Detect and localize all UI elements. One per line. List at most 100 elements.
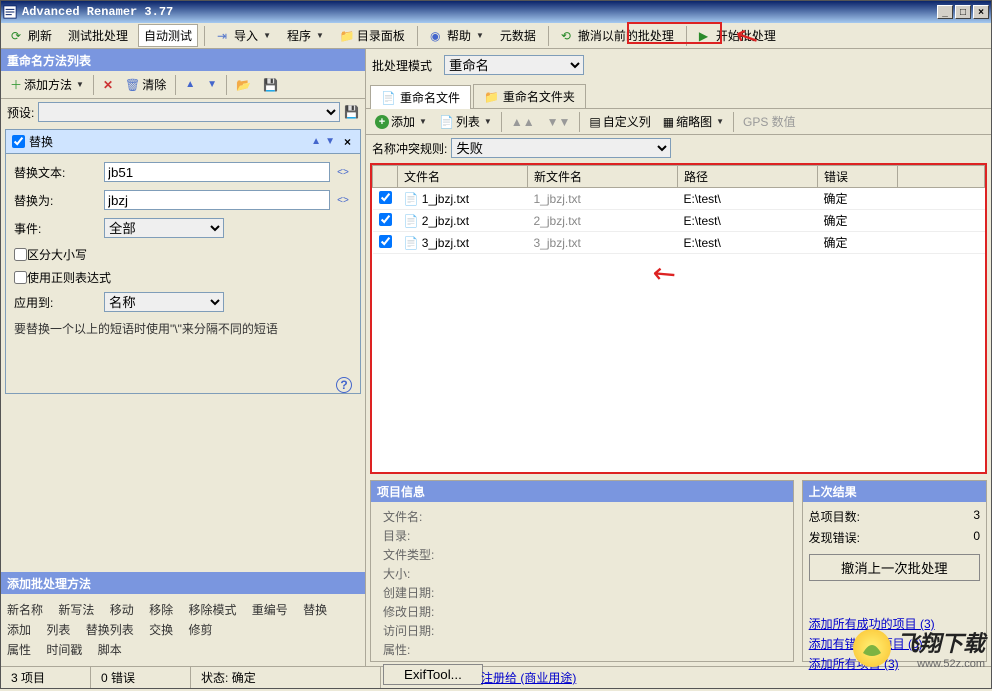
case-sensitive-checkbox[interactable]: [14, 248, 27, 261]
delete-method-button[interactable]: ✕: [98, 75, 118, 95]
save-button[interactable]: 💾: [258, 75, 283, 95]
refresh-icon: ⟳: [11, 29, 25, 43]
method-enable-checkbox[interactable]: [12, 135, 25, 148]
add-method-item[interactable]: 重编号: [252, 603, 288, 617]
method-name: 替换: [29, 133, 309, 150]
add-method-item[interactable]: 列表: [46, 623, 70, 637]
undo-batch-button[interactable]: ⟲撤消以前的批处理: [555, 24, 680, 47]
cell-newname: 3_jbzj.txt: [528, 232, 678, 254]
method-down-button[interactable]: ▼: [325, 136, 335, 147]
method-hint: 要替换一个以上的短语时使用"\"来分隔不同的短语: [14, 320, 352, 337]
open-icon: 📂: [236, 78, 251, 92]
add-method-item[interactable]: 新名称: [7, 603, 43, 617]
add-icon: +: [375, 115, 389, 129]
add-method-button[interactable]: ＋添加方法▼: [5, 73, 89, 96]
test-batch-button[interactable]: 测试批处理: [62, 24, 134, 47]
files-panel: 批处理模式 重命名 📄重命名文件 📁重命名文件夹 +添加▼ 📄列表▼ ▲▲ ▼▼…: [366, 49, 991, 666]
cell-error: 确定: [818, 232, 898, 254]
add-method-item[interactable]: 移动: [110, 603, 134, 617]
folder-panel-button[interactable]: 📁目录面板: [334, 24, 411, 47]
auto-test-button[interactable]: 自动测试: [138, 24, 198, 47]
status-errors: 0 错误: [91, 667, 191, 688]
row-checkbox[interactable]: [379, 235, 392, 248]
move-down-button[interactable]: ▼: [202, 76, 222, 93]
open-button[interactable]: 📂: [231, 75, 256, 95]
undo-last-batch-button[interactable]: 撤消上一次批处理: [809, 554, 980, 581]
file-table[interactable]: 文件名 新文件名 路径 错误 📄 1_jbzj.txt 1_jbzj.txt E…: [370, 163, 987, 474]
result-title: 上次结果: [803, 481, 986, 502]
row-checkbox[interactable]: [379, 191, 392, 204]
import-button[interactable]: ⇥导入▼: [211, 24, 277, 47]
add-files-button[interactable]: +添加▼: [370, 110, 432, 133]
tab-rename-files[interactable]: 📄重命名文件: [370, 85, 471, 109]
start-batch-button[interactable]: ▶开始批处理: [693, 24, 782, 47]
add-error-link[interactable]: 添加有错误的项目 (0): [809, 635, 980, 652]
method-help-button[interactable]: ?: [336, 377, 352, 393]
preset-row: 预设: 💾: [1, 99, 365, 125]
add-method-item[interactable]: 替换列表: [86, 623, 134, 637]
save-preset-button[interactable]: 💾: [344, 105, 359, 119]
table-row[interactable]: 📄 2_jbzj.txt 2_jbzj.txt E:\test\ 确定: [373, 210, 985, 232]
apply-to-select[interactable]: 名称: [104, 292, 224, 312]
arrow-up-icon: ▲▲: [511, 115, 535, 129]
help-button[interactable]: ◉帮助▼: [424, 24, 490, 47]
add-method-item[interactable]: 属性: [7, 643, 31, 657]
close-button[interactable]: ×: [973, 5, 989, 19]
file-icon: 📄: [381, 91, 396, 105]
add-batch-methods-panel: 添加批处理方法 新名称 新写法 移动 移除 移除模式 重编号 替换 添加 列表 …: [1, 572, 365, 666]
thumbnail-icon: ▦: [663, 115, 674, 129]
add-method-item[interactable]: 脚本: [98, 643, 122, 657]
clear-methods-button[interactable]: 🗑清除: [120, 73, 171, 96]
add-method-item[interactable]: 替换: [303, 603, 327, 617]
move-down-button[interactable]: ▼▼: [542, 112, 576, 132]
maximize-button[interactable]: □: [955, 5, 971, 19]
replace-with-input[interactable]: [104, 190, 330, 210]
help-icon: ◉: [430, 29, 444, 43]
regex-checkbox[interactable]: [14, 271, 27, 284]
add-method-item[interactable]: 交换: [149, 623, 173, 637]
row-checkbox[interactable]: [379, 213, 392, 226]
method-up-button[interactable]: ▲: [311, 136, 321, 147]
event-select[interactable]: 全部: [104, 218, 224, 238]
method-header[interactable]: 替换 ▲ ▼ ×: [6, 130, 360, 154]
preset-label: 预设:: [7, 104, 34, 121]
list-button[interactable]: 📄列表▼: [434, 110, 497, 133]
program-button[interactable]: 程序▼: [281, 24, 330, 47]
add-all-link[interactable]: 添加所有项目 (3): [809, 655, 980, 672]
col-filename[interactable]: 文件名: [398, 166, 528, 188]
replace-text-input[interactable]: [104, 162, 330, 182]
col-path[interactable]: 路径: [678, 166, 818, 188]
add-method-item[interactable]: 移除模式: [188, 603, 236, 617]
register-link[interactable]: 注册给 (商业用途): [481, 669, 576, 686]
move-up-button[interactable]: ▲▲: [506, 112, 540, 132]
tab-rename-folders[interactable]: 📁重命名文件夹: [473, 84, 586, 108]
add-method-item[interactable]: 新写法: [58, 603, 94, 617]
table-row[interactable]: 📄 3_jbzj.txt 3_jbzj.txt E:\test\ 确定: [373, 232, 985, 254]
apply-to-label: 应用到:: [14, 294, 104, 311]
method-close-button[interactable]: ×: [341, 135, 354, 149]
tag-button[interactable]: <>: [334, 191, 352, 209]
add-batch-title: 添加批处理方法: [1, 572, 365, 594]
add-method-item[interactable]: 修剪: [188, 623, 212, 637]
thumbnails-button[interactable]: ▦缩略图▼: [658, 110, 729, 133]
tag-button[interactable]: <>: [334, 163, 352, 181]
refresh-button[interactable]: ⟳刷新: [5, 24, 58, 47]
exiftool-button[interactable]: ExifTool...: [383, 664, 483, 685]
add-batch-list: 新名称 新写法 移动 移除 移除模式 重编号 替换 添加 列表 替换列表 交换 …: [1, 594, 365, 666]
add-success-link[interactable]: 添加所有成功的项目 (3): [809, 615, 980, 632]
col-error[interactable]: 错误: [818, 166, 898, 188]
add-method-item[interactable]: 移除: [149, 603, 173, 617]
conflict-select[interactable]: 失败: [451, 138, 671, 158]
metadata-button[interactable]: 元数据: [494, 24, 542, 47]
custom-columns-button[interactable]: ▤自定义列: [584, 110, 655, 133]
move-up-button[interactable]: ▲: [180, 76, 200, 93]
col-newname[interactable]: 新文件名: [528, 166, 678, 188]
add-method-item[interactable]: 添加: [7, 623, 31, 637]
minimize-button[interactable]: _: [937, 5, 953, 19]
folder-icon: 📁: [340, 29, 354, 43]
add-method-item[interactable]: 时间戳: [46, 643, 82, 657]
batch-mode-select[interactable]: 重命名: [444, 55, 584, 75]
table-row[interactable]: 📄 1_jbzj.txt 1_jbzj.txt E:\test\ 确定: [373, 188, 985, 210]
x-icon: ✕: [103, 78, 113, 92]
preset-select[interactable]: [38, 102, 340, 122]
